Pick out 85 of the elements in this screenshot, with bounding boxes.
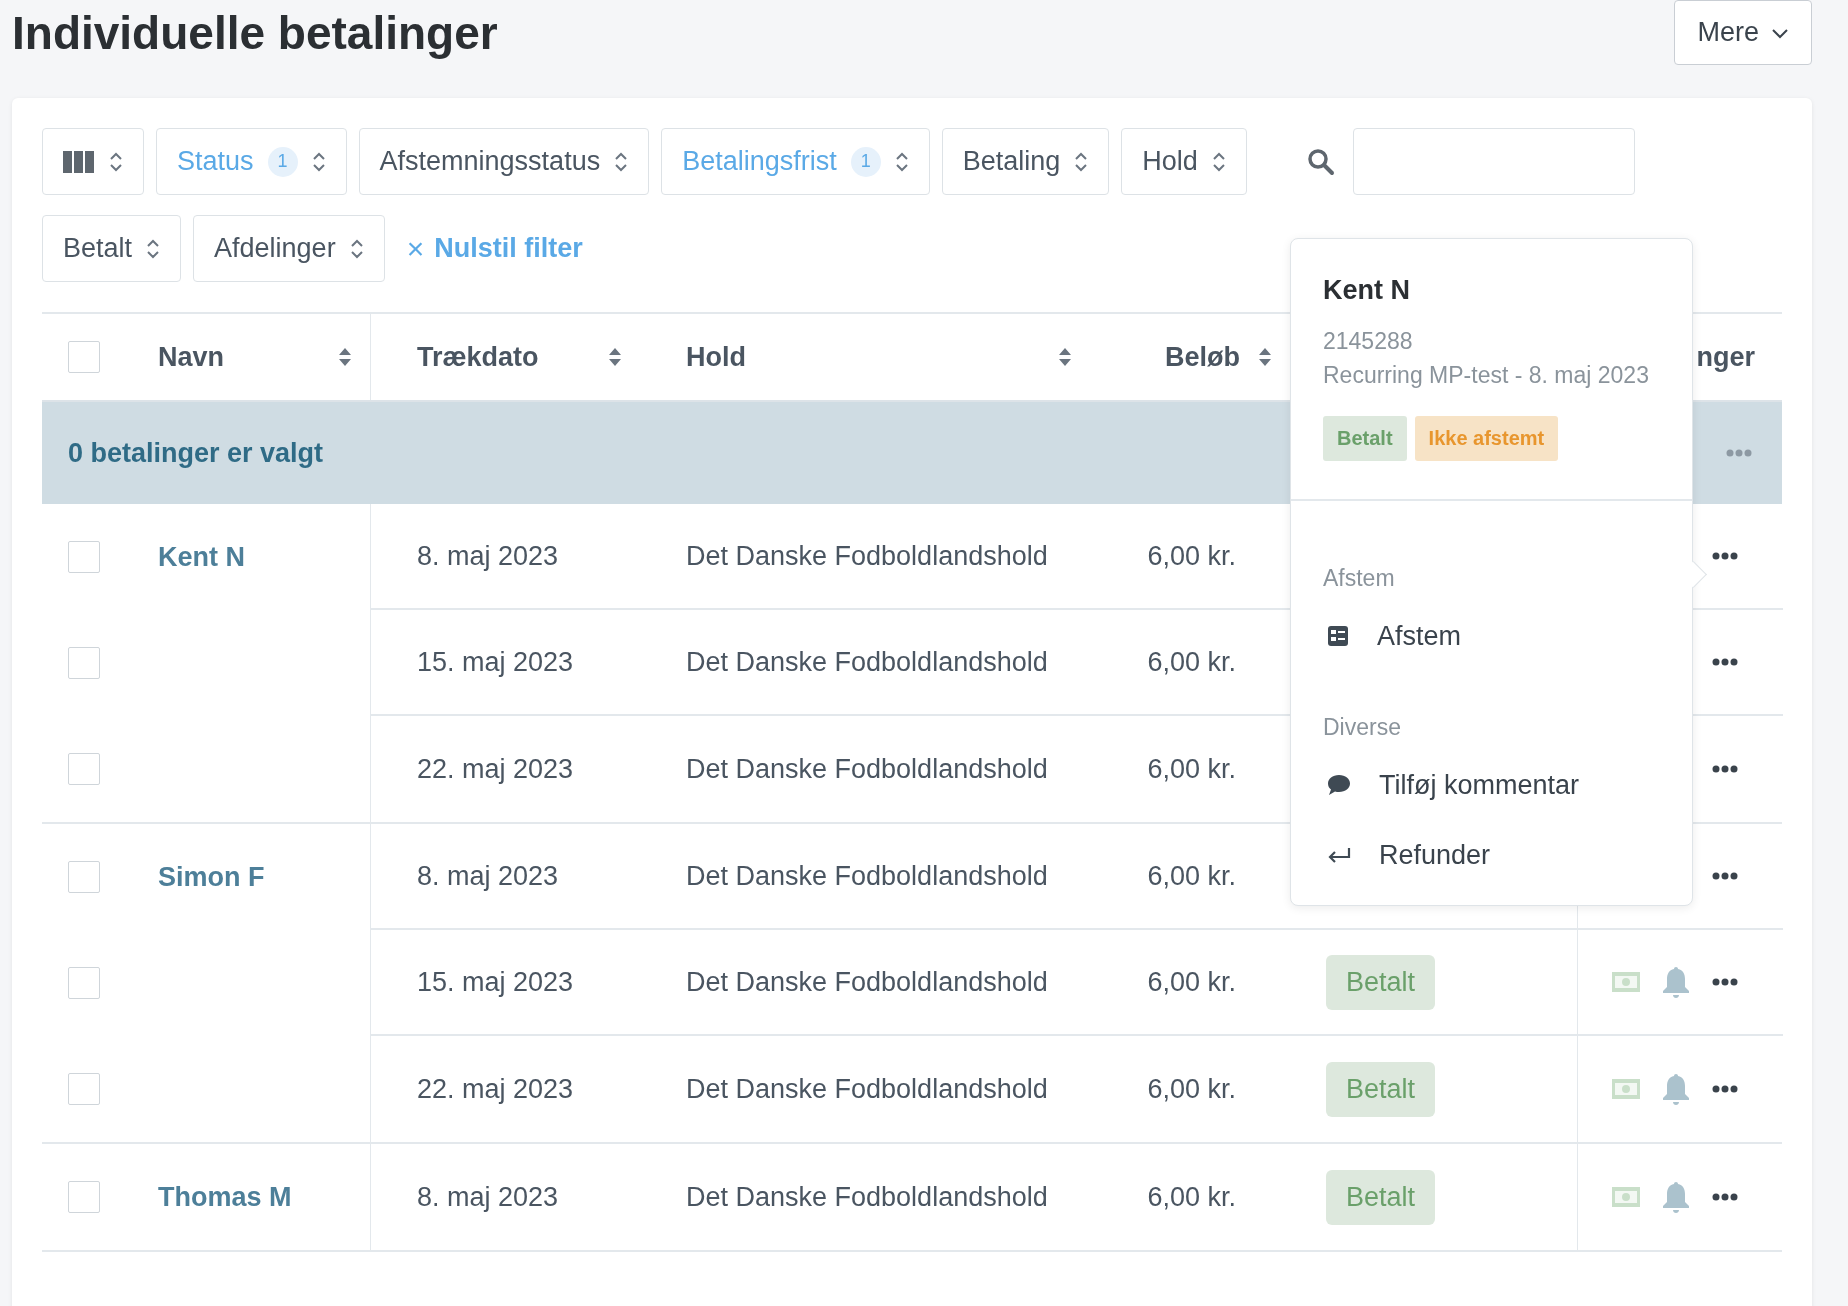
more-icon[interactable] — [1712, 872, 1738, 880]
status-badge: Betalt — [1326, 1061, 1436, 1117]
search-icon — [1306, 147, 1335, 176]
row-checkbox[interactable] — [68, 541, 100, 573]
filter-dropdown[interactable]: Afdelinger — [193, 215, 385, 282]
menu-item[interactable]: Afstem — [1377, 620, 1462, 652]
columns-icon — [63, 149, 95, 174]
speech-bubble-icon — [1327, 774, 1351, 796]
team-cell-text: Det Danske Fodboldlandshold — [685, 646, 1049, 678]
date-cell-text: 22. maj 2023 — [416, 753, 575, 785]
payment-description: Recurring MP-test - 8. maj 2023 — [1323, 361, 1650, 390]
amount-cell-text: 6,00 kr. — [1146, 1073, 1237, 1105]
menu-section-heading: Diverse — [1323, 714, 1402, 741]
bell-icon[interactable] — [1662, 966, 1690, 998]
more-icon[interactable] — [1712, 552, 1738, 560]
more-dropdown[interactable]: Mere — [1674, 0, 1812, 65]
selection-count: 0 betalinger er valgt — [68, 437, 324, 469]
column-header: Beløb — [1165, 341, 1240, 373]
amount-cell-text: 6,00 kr. — [1146, 646, 1237, 678]
row-checkbox[interactable] — [68, 1073, 100, 1105]
banknote-icon[interactable] — [1612, 972, 1640, 992]
more-icon[interactable] — [1712, 765, 1738, 773]
amount-cell-text: 6,00 kr. — [1146, 966, 1237, 998]
amount-cell-text: 6,00 kr. — [1146, 540, 1237, 572]
team-cell-text: Det Danske Fodboldlandshold — [685, 1181, 1049, 1213]
select-all-checkbox[interactable] — [68, 341, 100, 373]
date-cell-text: 22. maj 2023 — [416, 1073, 575, 1105]
banknote-icon[interactable] — [1612, 1187, 1640, 1207]
team-cell-text: Det Danske Fodboldlandshold — [685, 966, 1049, 998]
bell-icon[interactable] — [1662, 1073, 1690, 1105]
sort-icon[interactable] — [1258, 346, 1272, 368]
payer-name-link[interactable]: Thomas M — [158, 1181, 292, 1213]
menu-section-heading: Afstem — [1323, 565, 1396, 592]
chevron-down-icon — [1771, 26, 1789, 39]
date-cell-text: 8. maj 2023 — [416, 1181, 560, 1213]
team-cell-text: Det Danske Fodboldlandshold — [685, 860, 1049, 892]
table-icon — [1327, 625, 1349, 647]
amount-cell-text: 6,00 kr. — [1146, 753, 1237, 785]
column-header: nger — [1696, 341, 1755, 373]
status-tag: Betalt — [1323, 416, 1407, 461]
more-icon[interactable] — [1712, 1085, 1738, 1093]
status-badge: Betalt — [1326, 954, 1436, 1010]
more-icon[interactable] — [1712, 1193, 1738, 1201]
status-badge: Betalt — [1326, 1169, 1436, 1225]
filter-count-badge: 1 — [267, 146, 298, 177]
columns-button[interactable] — [42, 128, 144, 195]
sort-icon[interactable] — [338, 346, 352, 368]
filter-count-badge: 1 — [850, 146, 881, 177]
team-cell-text: Det Danske Fodboldlandshold — [685, 1073, 1049, 1105]
amount-cell-text: 6,00 kr. — [1146, 1181, 1237, 1213]
payer-name-link[interactable]: Simon F — [158, 861, 265, 893]
team-cell-text: Det Danske Fodboldlandshold — [685, 540, 1049, 572]
team-cell-text: Det Danske Fodboldlandshold — [685, 753, 1049, 785]
page-title: Individuelle betalinger — [12, 6, 498, 60]
sort-icon[interactable] — [1058, 346, 1072, 368]
search-field[interactable] — [1352, 128, 1635, 195]
bell-icon[interactable] — [1662, 1181, 1690, 1213]
date-cell-text: 15. maj 2023 — [416, 646, 575, 678]
filter-dropdown[interactable]: Hold — [1121, 128, 1247, 195]
row-checkbox[interactable] — [68, 861, 100, 893]
menu-item[interactable]: Tilføj kommentar — [1379, 769, 1580, 801]
row-checkbox[interactable] — [68, 647, 100, 679]
amount-cell-text: 6,00 kr. — [1146, 860, 1237, 892]
row-checkbox[interactable] — [68, 967, 100, 999]
date-cell-text: 8. maj 2023 — [416, 860, 560, 892]
date-cell-text: 8. maj 2023 — [416, 540, 560, 572]
more-icon[interactable] — [1712, 978, 1738, 986]
menu-item[interactable]: Refunder — [1379, 839, 1491, 871]
row-checkbox[interactable] — [68, 1181, 100, 1213]
column-header: Hold — [686, 341, 746, 373]
return-arrow-icon — [1327, 846, 1351, 864]
filter-dropdown[interactable]: Betaling — [941, 128, 1110, 195]
more-icon[interactable] — [1712, 658, 1738, 666]
column-header: Navn — [158, 341, 225, 373]
payment-number: 2145288 — [1323, 327, 1414, 356]
filter-dropdown[interactable]: Afstemningsstatus — [358, 128, 650, 195]
popover-title: Kent N — [1323, 275, 1411, 306]
status-tag: Ikke afstemt — [1414, 416, 1559, 461]
row-checkbox[interactable] — [68, 753, 100, 785]
date-cell-text: 15. maj 2023 — [416, 966, 575, 998]
banknote-icon[interactable] — [1612, 1079, 1640, 1099]
filter-dropdown[interactable]: Betalt — [42, 215, 182, 282]
sort-icon[interactable] — [608, 346, 622, 368]
payer-name-link[interactable]: Kent N — [158, 541, 245, 573]
column-header: Trækdato — [417, 341, 539, 373]
